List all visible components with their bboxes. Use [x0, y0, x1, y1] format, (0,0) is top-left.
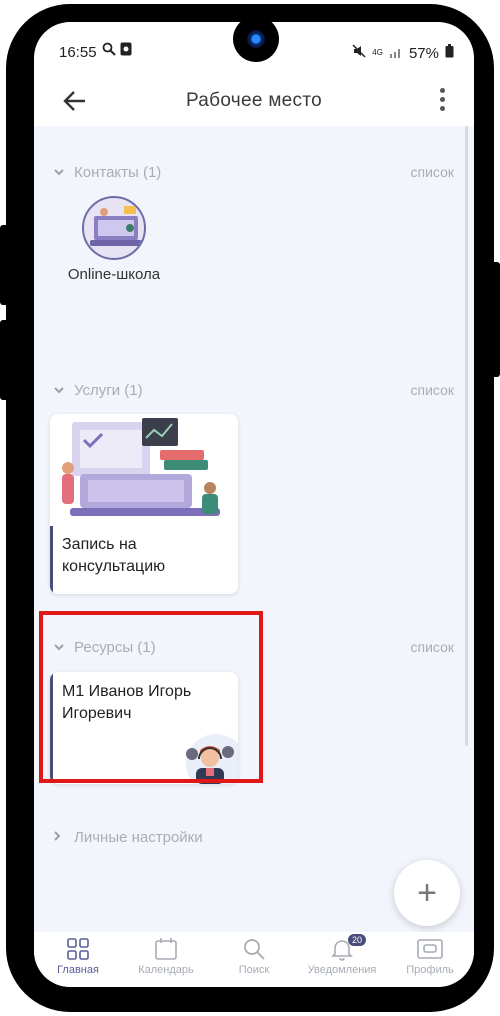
nav-home[interactable]: Главная	[34, 932, 122, 987]
section-contacts-title: Контакты (1)	[74, 163, 162, 181]
nav-profile-label: Профиль	[406, 964, 454, 976]
service-illustration	[50, 414, 238, 526]
nav-search[interactable]: Поиск	[210, 932, 298, 987]
mute-icon	[352, 44, 366, 62]
plus-icon: +	[417, 873, 437, 912]
services-list-link[interactable]: список	[411, 382, 454, 398]
contact-avatar	[82, 196, 146, 260]
signal-icon	[389, 45, 403, 62]
contact-name: Online-школа	[67, 266, 161, 283]
resources-list-link[interactable]: список	[411, 639, 454, 655]
grid-icon	[66, 936, 90, 962]
section-personal-header[interactable]: Личные настройки	[54, 826, 454, 848]
magnifier-status-icon	[102, 42, 116, 59]
section-contacts-header[interactable]: Контакты (1) список	[54, 161, 454, 183]
more-vert-icon[interactable]	[440, 88, 446, 111]
notifications-badge: 20	[348, 934, 367, 946]
screenshot-status-icon	[120, 42, 132, 59]
page-title: Рабочее место	[185, 90, 323, 111]
screen: 16:55 4G 57% Рабочее место Контакты (1) …	[34, 22, 474, 987]
side-button-left-1	[0, 225, 10, 305]
resources-highlight-box	[39, 611, 263, 783]
nav-calendar[interactable]: Календарь	[122, 932, 210, 987]
search-icon	[242, 936, 266, 962]
calendar-icon	[154, 936, 178, 962]
section-services-title: Услуги (1)	[74, 381, 143, 399]
contact-item[interactable]: Online-школа	[59, 196, 169, 283]
side-button-left-2	[0, 320, 10, 400]
battery-icon	[445, 44, 454, 62]
section-services-header[interactable]: Услуги (1) список	[54, 379, 454, 401]
service-card[interactable]: Запись на консультацию	[50, 414, 238, 594]
service-title: Запись на консультацию	[62, 536, 166, 575]
profile-card-icon	[417, 936, 443, 962]
side-button-right	[490, 262, 500, 377]
workspace-content: Контакты (1) список Online-школа Услуги …	[34, 126, 474, 932]
section-personal-title: Личные настройки	[74, 828, 203, 846]
nav-notifications[interactable]: 20 Уведомления	[298, 932, 386, 987]
contacts-list-link[interactable]: список	[411, 164, 454, 180]
add-button[interactable]: +	[394, 860, 460, 926]
scrollbar[interactable]	[465, 126, 468, 746]
bottom-navigation: Главная Календарь Поиск 20 Уведомления П…	[34, 932, 474, 987]
status-time: 16:55	[59, 44, 97, 61]
chevron-down-icon	[54, 165, 74, 179]
nav-home-label: Главная	[57, 964, 99, 976]
chevron-right-icon	[54, 830, 74, 844]
nav-search-label: Поиск	[238, 964, 270, 976]
chevron-down-icon	[54, 383, 74, 397]
nav-profile[interactable]: Профиль	[386, 932, 474, 987]
nav-notifications-label: Уведомления	[307, 964, 377, 976]
network-type: 4G	[372, 48, 383, 57]
app-bar: Рабочее место	[34, 82, 474, 130]
battery-level: 57%	[408, 44, 439, 62]
nav-calendar-label: Календарь	[138, 964, 194, 976]
